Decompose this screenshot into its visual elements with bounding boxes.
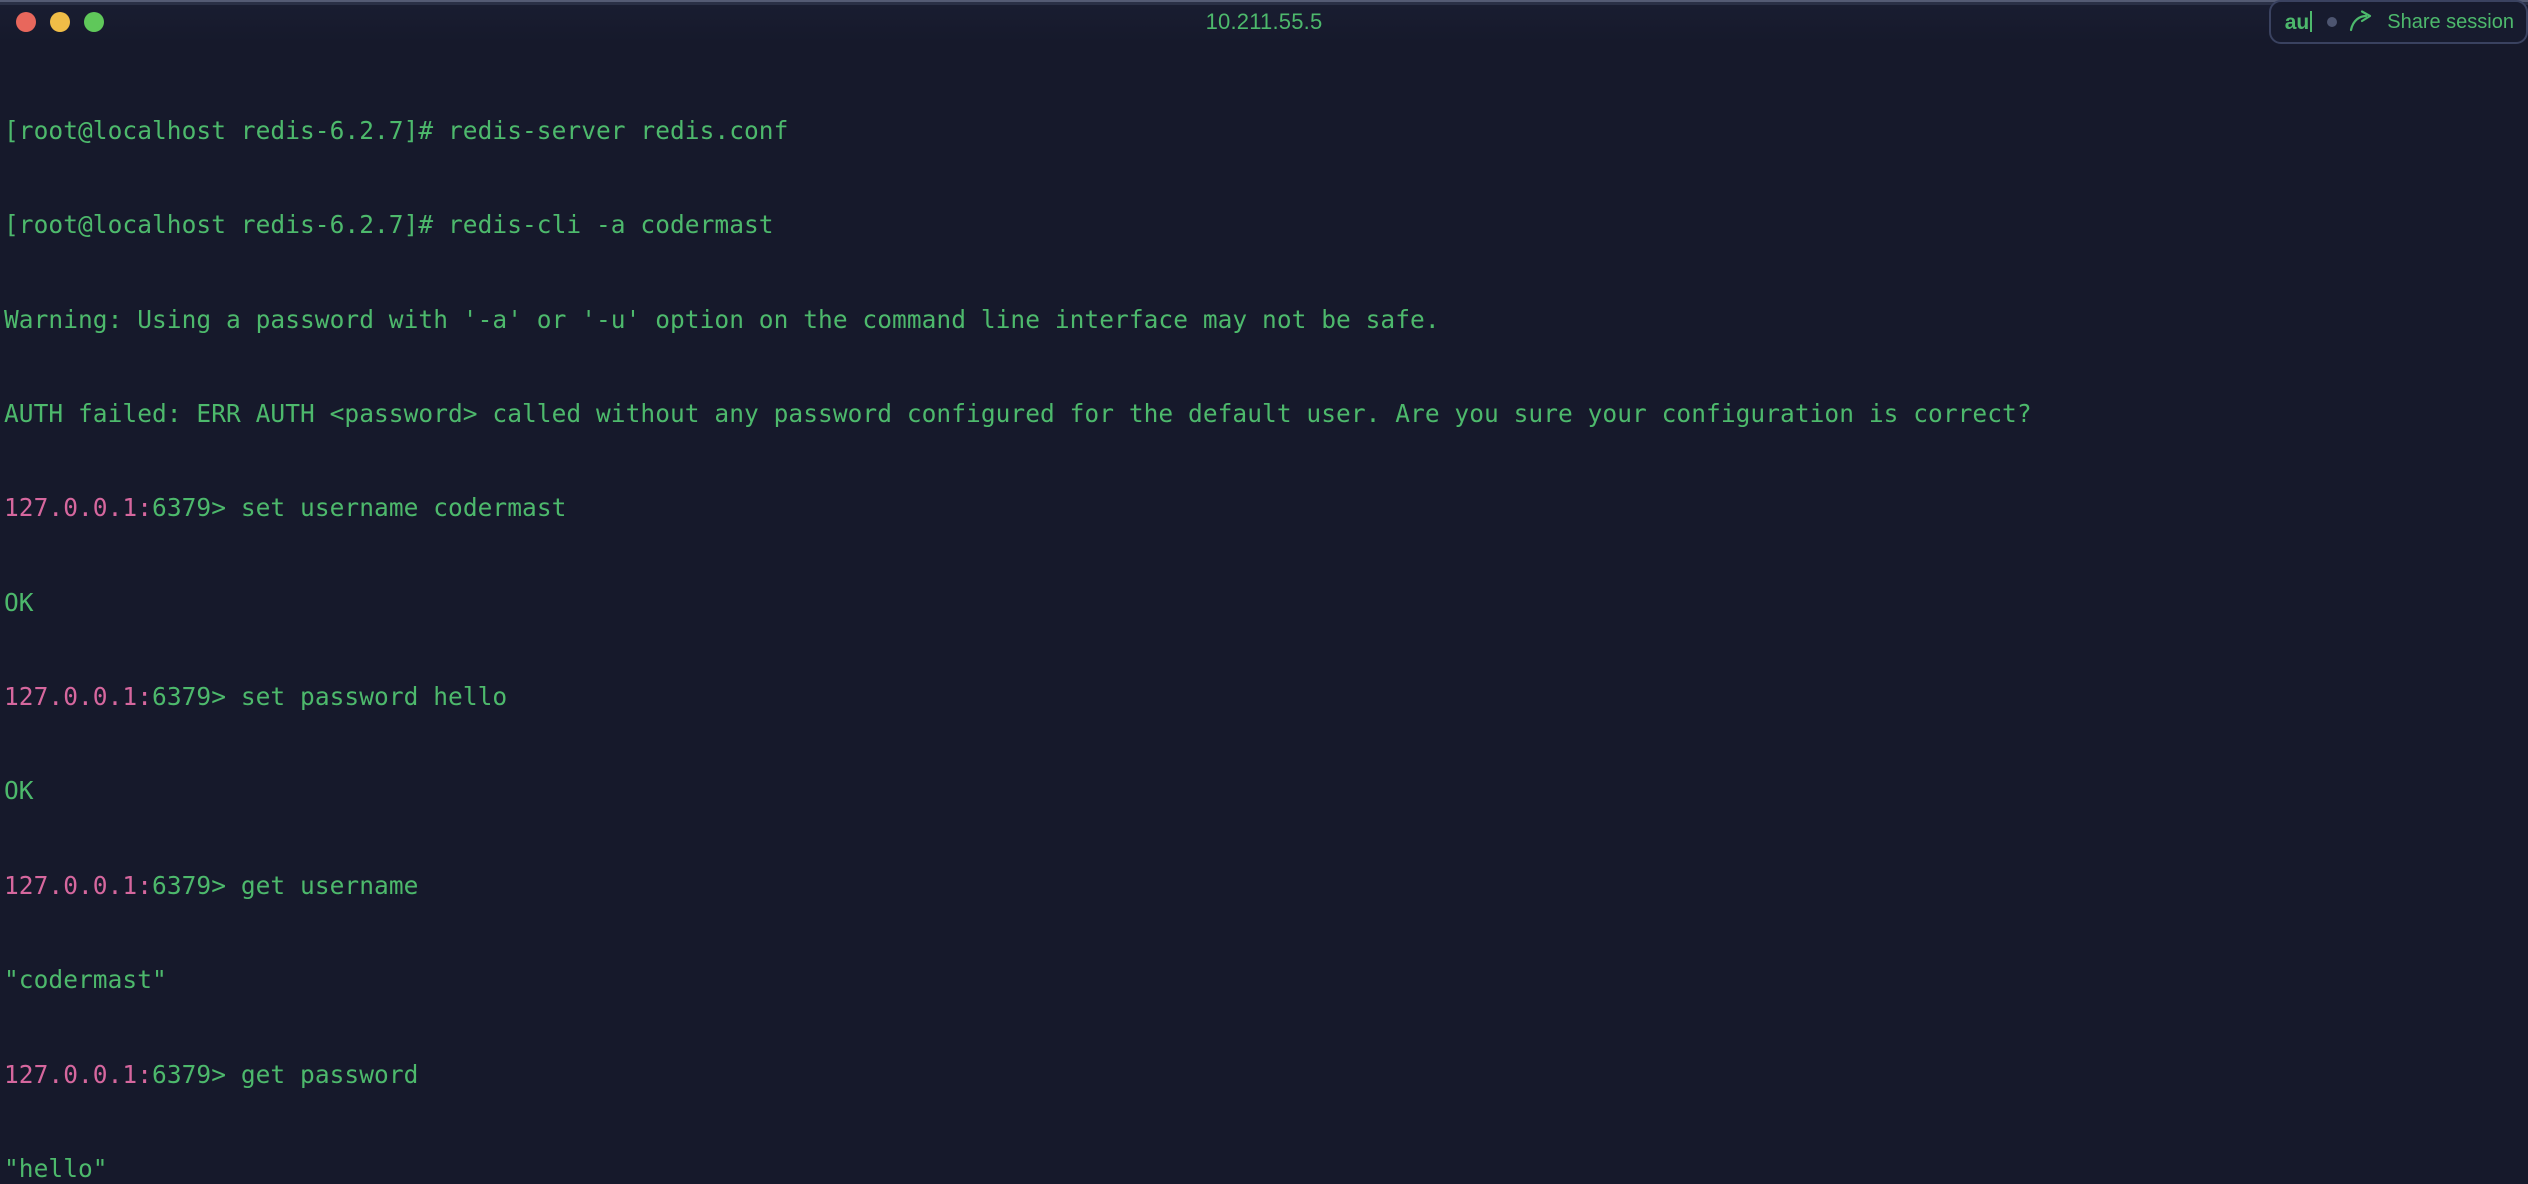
line-text: 6379> get password <box>152 1059 419 1089</box>
line-text: 6379> set password hello <box>152 682 508 712</box>
terminal-line: OK <box>4 587 2528 617</box>
line-text: [root@localhost redis-6.2.7]# redis-serv… <box>4 115 789 145</box>
line-text: "codermast" <box>4 965 167 995</box>
terminal-line: 127.0.0.1:6379> get username <box>4 870 2528 900</box>
terminal-line: "hello" <box>4 1153 2528 1183</box>
close-button-icon[interactable] <box>16 12 36 32</box>
session-name-field[interactable]: au <box>2285 11 2316 33</box>
terminal-output[interactable]: [root@localhost redis-6.2.7]# redis-serv… <box>0 42 2528 1184</box>
text-caret-icon <box>2310 11 2313 32</box>
terminal-line: AUTH failed: ERR AUTH <password> called … <box>4 398 2528 428</box>
line-text: 6379> set username codermast <box>152 493 567 523</box>
window-title: 10.211.55.5 <box>1205 9 1323 34</box>
terminal-line: 127.0.0.1:6379> set username codermast <box>4 493 2528 523</box>
terminal-line: 127.0.0.1:6379> set password hello <box>4 682 2528 712</box>
session-pill[interactable]: au Share session <box>2268 0 2528 44</box>
terminal-line: [root@localhost redis-6.2.7]# redis-cli … <box>4 210 2528 240</box>
share-session-label[interactable]: Share session <box>2387 11 2514 34</box>
terminal-line: OK <box>4 776 2528 806</box>
terminal-line: 127.0.0.1:6379> get password <box>4 1059 2528 1089</box>
line-text: 6379> get username <box>152 870 419 900</box>
line-text: OK <box>4 587 34 617</box>
terminal-line: "codermast" <box>4 965 2528 995</box>
terminal-line: Warning: Using a password with '-a' or '… <box>4 304 2528 334</box>
minimize-button-icon[interactable] <box>50 12 70 32</box>
redis-prompt: 127.0.0.1: <box>4 870 153 900</box>
redis-prompt: 127.0.0.1: <box>4 1059 153 1089</box>
terminal-window: 10.211.55.5 au Share session [root@local… <box>0 0 2528 1181</box>
line-text: [root@localhost redis-6.2.7]# redis-cli … <box>4 210 774 240</box>
session-name-text: au <box>2284 11 2310 34</box>
title-bar: 10.211.55.5 au Share session <box>0 0 2528 44</box>
redis-prompt: 127.0.0.1: <box>4 682 153 712</box>
status-dot-icon <box>2327 17 2338 27</box>
share-arrow-icon[interactable] <box>2349 10 2375 34</box>
redis-prompt: 127.0.0.1: <box>4 493 153 523</box>
line-text: AUTH failed: ERR AUTH <password> called … <box>4 398 2032 428</box>
traffic-light-group <box>0 12 104 32</box>
line-text: Warning: Using a password with '-a' or '… <box>4 304 1440 334</box>
maximize-button-icon[interactable] <box>84 12 104 32</box>
terminal-line: [root@localhost redis-6.2.7]# redis-serv… <box>4 115 2528 145</box>
titlebar-right-controls: au Share session <box>2268 0 2528 44</box>
line-text: "hello" <box>4 1153 108 1183</box>
line-text: OK <box>4 776 34 806</box>
